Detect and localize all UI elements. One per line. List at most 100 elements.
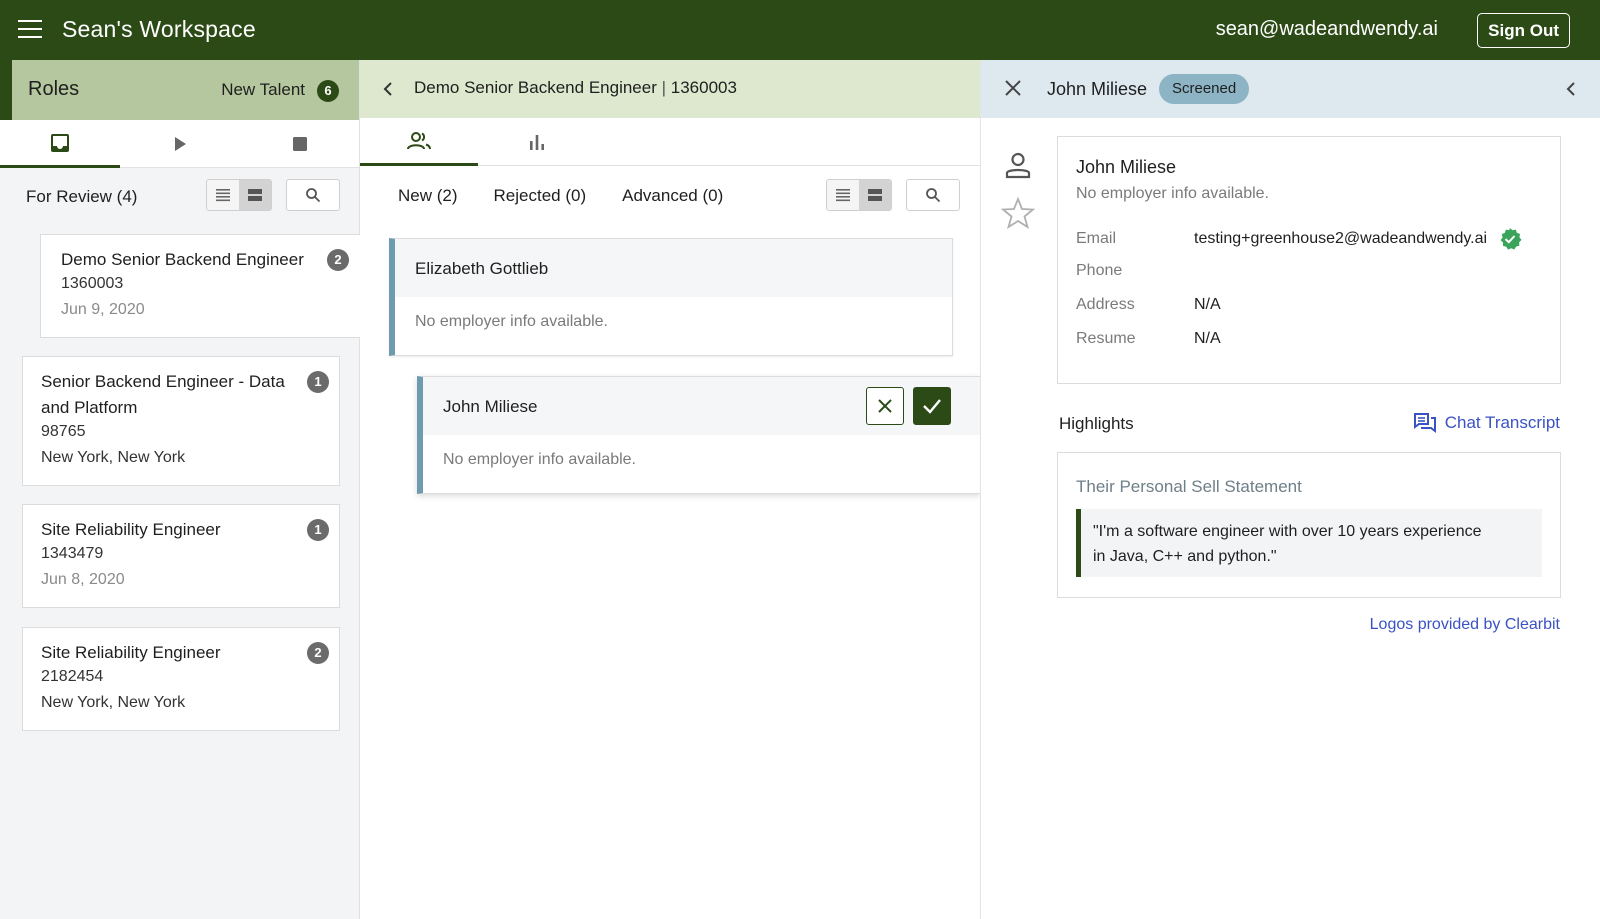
candidate-search-button[interactable] <box>906 179 960 211</box>
role-title-line: Senior Backend Engineer - Data <box>41 372 285 391</box>
roles-panel: Roles New Talent 6 For Review (4) Demo S… <box>0 60 360 919</box>
candidate-stage-tabs: New (2) Rejected (0) Advanced (0) <box>398 186 723 206</box>
role-detail-id: 1360003 <box>670 78 737 97</box>
tab-inbox[interactable] <box>0 120 120 168</box>
profile-name: John Miliese <box>1076 157 1177 177</box>
for-review-heading: For Review (4) <box>26 187 138 206</box>
reject-button[interactable] <box>866 387 904 425</box>
view-toggle <box>206 179 272 211</box>
advance-button[interactable] <box>913 387 951 425</box>
highlights-heading: Highlights <box>1059 414 1134 433</box>
list-view-icon[interactable] <box>207 180 239 210</box>
address-label: Address <box>1076 296 1135 313</box>
chat-transcript-label: Chat Transcript <box>1444 413 1560 432</box>
candidate-side-icons <box>1001 150 1035 230</box>
candidate-view-toggle <box>826 179 892 211</box>
candidate-card-header: John Miliese <box>423 377 980 435</box>
clearbit-attribution-link[interactable]: Logos provided by Clearbit <box>1370 616 1560 634</box>
role-id: 2182454 <box>41 668 104 685</box>
tab-analytics[interactable] <box>478 118 596 166</box>
address-row: Address N/A <box>1076 296 1221 314</box>
candidate-card-selected[interactable]: John Miliese No employer info available. <box>417 376 980 494</box>
address-value: N/A <box>1194 296 1221 313</box>
tab-active[interactable] <box>120 120 240 168</box>
profile-employer: No employer info available. <box>1076 185 1269 202</box>
candidate-card-body: No employer info available. <box>395 297 952 355</box>
new-talent-label[interactable]: New Talent <box>221 80 305 100</box>
person-icon[interactable] <box>1003 150 1033 180</box>
role-id: 1360003 <box>61 275 124 292</box>
roles-search-button[interactable] <box>286 179 340 211</box>
role-card[interactable]: Demo Senior Backend Engineer 2 1360003 J… <box>40 234 360 338</box>
people-icon <box>407 131 431 149</box>
role-id: 1343479 <box>41 545 104 562</box>
role-card[interactable]: Site Reliability Engineer 1 1343479 Jun … <box>22 504 340 608</box>
sell-statement-quote: "I'm a software engineer with over 10 ye… <box>1076 509 1542 577</box>
list-view-icon[interactable] <box>827 180 859 210</box>
profile-card: John Miliese No employer info available.… <box>1057 136 1561 384</box>
subtab-advanced[interactable]: Advanced (0) <box>622 186 723 206</box>
close-icon[interactable] <box>1003 78 1023 98</box>
role-detail-title: Demo Senior Backend Engineer | 1360003 <box>414 78 737 98</box>
role-title: Site Reliability Engineer <box>41 520 221 539</box>
candidate-card[interactable]: Elizabeth Gottlieb No employer info avai… <box>389 238 953 356</box>
candidate-name: Elizabeth Gottlieb <box>415 259 549 278</box>
tab-stopped[interactable] <box>240 120 360 168</box>
chat-icon <box>1413 413 1436 433</box>
candidate-employer: No employer info available. <box>415 313 608 330</box>
inbox-icon <box>51 133 69 152</box>
role-detail-tabs <box>360 118 980 166</box>
role-location: New York, New York <box>41 449 186 466</box>
email-row: Email testing+greenhouse2@wadeandwendy.ai <box>1076 227 1522 251</box>
role-status-tabs <box>0 120 359 168</box>
chevron-left-icon[interactable] <box>380 80 396 98</box>
role-detail-header: Demo Senior Backend Engineer | 1360003 <box>360 60 980 118</box>
role-detail-name: Demo Senior Backend Engineer <box>414 78 657 97</box>
role-card[interactable]: Site Reliability Engineer 2 2182454 New … <box>22 627 340 731</box>
subtab-new[interactable]: New (2) <box>398 186 458 206</box>
roles-header: Roles New Talent 6 <box>0 60 359 120</box>
tab-candidates[interactable] <box>360 118 478 166</box>
chat-transcript-link[interactable]: Chat Transcript <box>1413 412 1560 434</box>
candidate-name: John Miliese <box>443 397 538 416</box>
card-view-icon[interactable] <box>859 180 891 210</box>
quote-line: in Java, C++ and python." <box>1093 548 1277 565</box>
resume-value: N/A <box>1194 330 1221 347</box>
search-icon <box>306 188 321 203</box>
highlight-title: Their Personal Sell Statement <box>1076 477 1302 496</box>
role-card[interactable]: Senior Backend Engineer - Data and Platf… <box>22 356 340 486</box>
role-title: Senior Backend Engineer - Data and Platf… <box>41 369 285 421</box>
email-label: Email <box>1076 230 1117 248</box>
star-icon[interactable] <box>1001 196 1035 230</box>
role-detail-panel: Demo Senior Backend Engineer | 1360003 N… <box>360 60 980 919</box>
role-location: New York, New York <box>41 694 186 711</box>
candidate-detail-name: John Miliese <box>1047 79 1148 99</box>
role-title: Demo Senior Backend Engineer <box>61 250 304 269</box>
candidate-card-header: Elizabeth Gottlieb <box>395 239 952 297</box>
title-separator: | <box>661 78 667 97</box>
phone-row: Phone <box>1076 262 1194 280</box>
check-icon <box>923 399 941 414</box>
top-bar: Sean's Workspace sean@wadeandwendy.ai Si… <box>0 0 1600 60</box>
role-date: Jun 9, 2020 <box>61 301 145 318</box>
roles-title: Roles <box>28 78 80 100</box>
candidate-card-body: No employer info available. <box>423 435 980 493</box>
play-icon <box>175 137 186 151</box>
card-view-icon[interactable] <box>239 180 271 210</box>
phone-label: Phone <box>1076 262 1123 279</box>
role-title: Site Reliability Engineer <box>41 643 221 662</box>
new-talent-count-badge: 6 <box>317 80 339 102</box>
subtab-rejected[interactable]: Rejected (0) <box>494 186 587 206</box>
hamburger-menu-icon[interactable] <box>18 20 42 38</box>
role-date: Jun 8, 2020 <box>41 571 125 588</box>
stop-icon <box>293 137 307 151</box>
candidate-employer: No employer info available. <box>443 451 636 468</box>
chevron-left-icon[interactable] <box>1564 80 1578 98</box>
role-candidate-count: 2 <box>327 249 349 271</box>
role-candidate-count: 1 <box>307 519 329 541</box>
role-id: 98765 <box>41 423 86 440</box>
sign-out-button[interactable]: Sign Out <box>1477 13 1570 48</box>
status-badge: Screened <box>1159 74 1250 104</box>
candidate-detail-panel: John Miliese Screened John Miliese No em… <box>980 60 1600 919</box>
email-value[interactable]: testing+greenhouse2@wadeandwendy.ai <box>1194 230 1487 247</box>
